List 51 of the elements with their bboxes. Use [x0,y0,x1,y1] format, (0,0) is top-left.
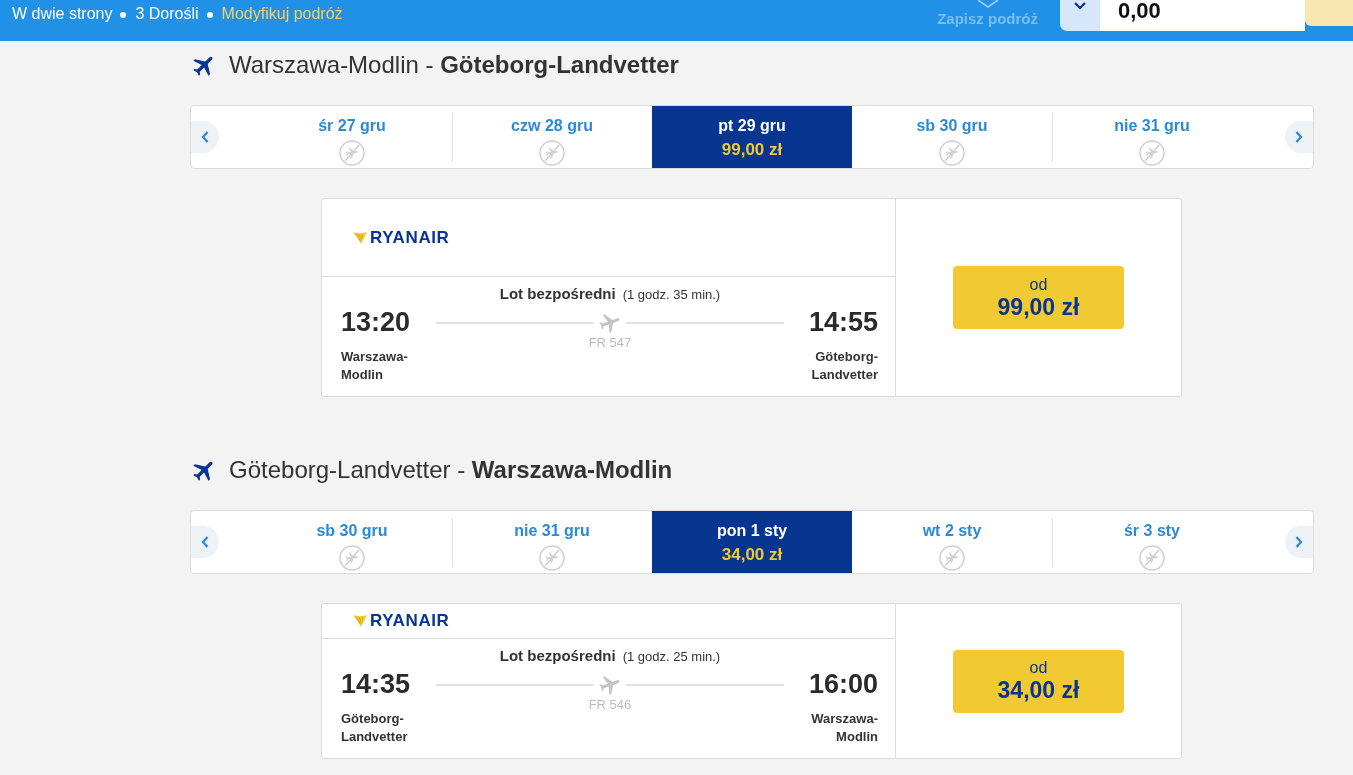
harp-icon [352,230,368,245]
chevron-right-icon [1295,536,1303,548]
route-heading: Warszawa-Modlin - Göteborg-Landvetter [229,51,679,79]
no-flights-icon [539,140,565,166]
date-tab[interactable]: pon 1 sty 34,00 zł [652,511,852,573]
separator-dot-icon [206,12,213,18]
no-flights-icon [939,545,965,571]
price-button[interactable]: od 99,00 zł [953,266,1124,329]
airplane-icon [598,311,622,335]
flight-number: FR 546 [588,697,632,713]
next-dates-button[interactable] [1285,121,1313,153]
chevron-left-icon [201,131,209,143]
route-heading: Göteborg-Landvetter - Warszawa-Modlin [229,456,673,484]
no-flights-icon [539,545,565,571]
modify-trip-link[interactable]: Modyfikuj podróż [221,4,343,24]
next-dates-button[interactable] [1285,526,1313,558]
date-tab[interactable]: pt 29 gru 99,00 zł [652,106,852,168]
arrival-airport: Göteborg-Landvetter [810,348,878,384]
currency-dropdown-button[interactable] [1060,0,1100,31]
chevron-left-icon [201,536,209,548]
previous-dates-button[interactable] [191,121,219,153]
no-flights-icon [339,545,365,571]
flight-duration: (1 godz. 35 min.) [622,287,721,302]
flight-type: Lot bezpośredni [499,285,616,302]
no-flights-icon [939,140,965,166]
no-flights-icon [1139,140,1165,166]
previous-dates-button[interactable] [191,526,219,558]
trip-summary-text: W dwie strony [12,4,113,24]
arrival-airport: Warszawa-Modlin [810,710,878,746]
arrival-time: 14:55 [808,307,878,337]
departure-airport: Göteborg-Landvetter [341,710,409,746]
harp-icon [352,614,368,628]
separator-dot-icon [120,12,127,18]
trip-summary-text: 3 Dorośli [135,4,199,24]
airplane-icon [598,673,622,697]
airline-name: RYANAIR [370,611,450,631]
no-flights-icon [339,140,365,166]
arrival-time: 16:00 [808,669,878,699]
chevron-down-icon [1074,2,1086,10]
flight-type: Lot bezpośredni [499,647,616,664]
price-button[interactable]: od 34,00 zł [953,649,1124,713]
chevron-right-icon [1295,131,1303,143]
airline-name: RYANAIR [370,227,450,248]
flight-duration: (1 godz. 25 min.) [622,649,721,664]
total-price-display: 0,00 [1100,0,1305,31]
flight-number: FR 547 [588,335,632,351]
no-flights-icon [1139,545,1165,571]
departure-time: 13:20 [341,307,412,337]
chevron-outline-icon [976,0,999,8]
departure-airport: Warszawa-Modlin [341,348,409,384]
departure-time: 14:35 [341,669,412,699]
